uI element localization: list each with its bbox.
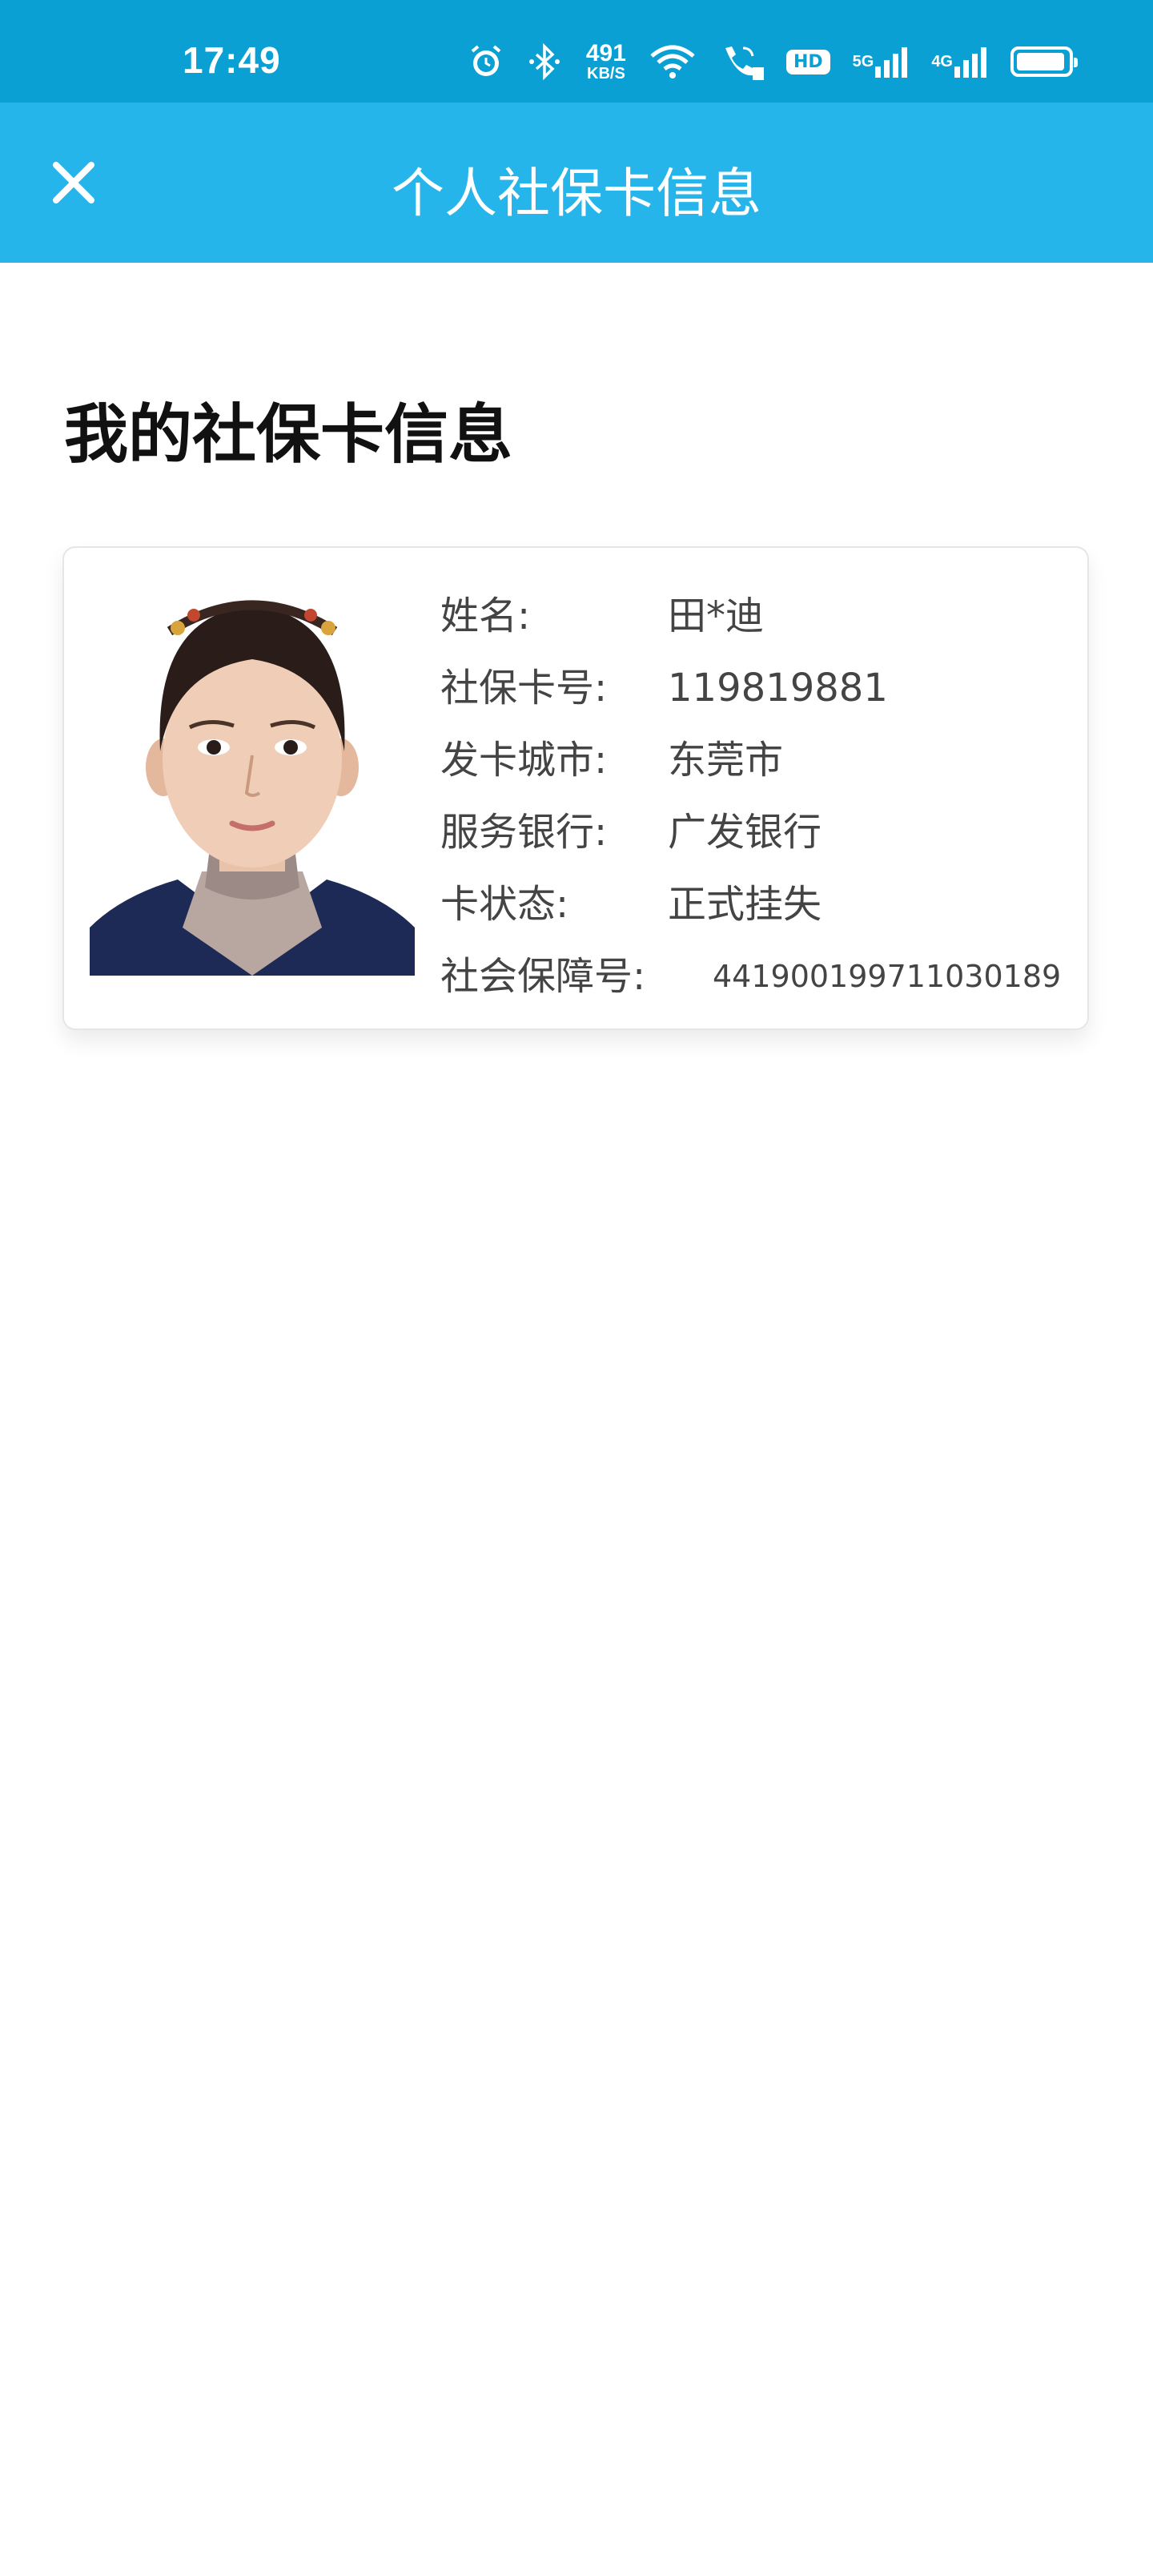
status-bar: 17:49 491 KB/S HD 5G 4G — [0, 0, 1153, 103]
info-row-card-status: 卡状态: 正式挂失 — [440, 868, 1071, 940]
wifi-call-icon — [719, 43, 764, 80]
page-heading: 我的社保卡信息 — [64, 397, 512, 472]
battery-icon — [1010, 46, 1078, 77]
hd-icon: HD — [785, 49, 830, 74]
info-value: 441900199711030189 — [713, 959, 1062, 994]
signal-4g-icon: 4G — [931, 44, 988, 79]
info-row-card-number: 社保卡号: 119819881 — [440, 652, 1071, 724]
social-security-card: 姓名: 田*迪 社保卡号: 119819881 发卡城市: 东莞市 服务银行: … — [62, 546, 1089, 1030]
net-speed-unit: KB/S — [587, 65, 625, 83]
bluetooth-icon — [527, 43, 564, 80]
info-row-social-security-number: 社会保障号: 441900199711030189 — [440, 940, 1071, 1012]
info-value: 田*迪 — [668, 594, 765, 638]
info-label: 社会保障号: — [440, 954, 646, 999]
info-label: 姓名: — [440, 594, 531, 638]
sim2-label: 4G — [931, 52, 953, 70]
network-speed: 491 KB/S — [585, 40, 626, 83]
info-value: 广发银行 — [668, 810, 822, 855]
info-list: 姓名: 田*迪 社保卡号: 119819881 发卡城市: 东莞市 服务银行: … — [440, 580, 1071, 1012]
status-icons: 491 KB/S HD 5G 4G — [468, 40, 1078, 83]
app-bar: 个人社保卡信息 — [0, 103, 1153, 263]
id-photo — [90, 583, 415, 976]
info-label: 卡状态: — [440, 882, 569, 927]
signal-5g-icon: 5G — [853, 44, 910, 79]
alarm-icon — [468, 43, 504, 80]
sim1-label: 5G — [852, 52, 874, 70]
info-row-name: 姓名: 田*迪 — [440, 580, 1071, 652]
info-label: 服务银行: — [440, 810, 608, 855]
info-label: 社保卡号: — [440, 666, 608, 710]
info-value: 119819881 — [668, 666, 888, 710]
info-row-service-bank: 服务银行: 广发银行 — [440, 796, 1071, 868]
status-time: 17:49 — [183, 39, 281, 81]
info-value: 东莞市 — [668, 738, 784, 783]
info-row-issuing-city: 发卡城市: 东莞市 — [440, 724, 1071, 796]
battery-fill — [1017, 53, 1064, 70]
app-title: 个人社保卡信息 — [392, 163, 761, 224]
wifi-icon — [649, 43, 697, 80]
info-value: 正式挂失 — [668, 882, 822, 927]
info-label: 发卡城市: — [440, 738, 608, 783]
net-speed-value: 491 — [585, 40, 626, 66]
